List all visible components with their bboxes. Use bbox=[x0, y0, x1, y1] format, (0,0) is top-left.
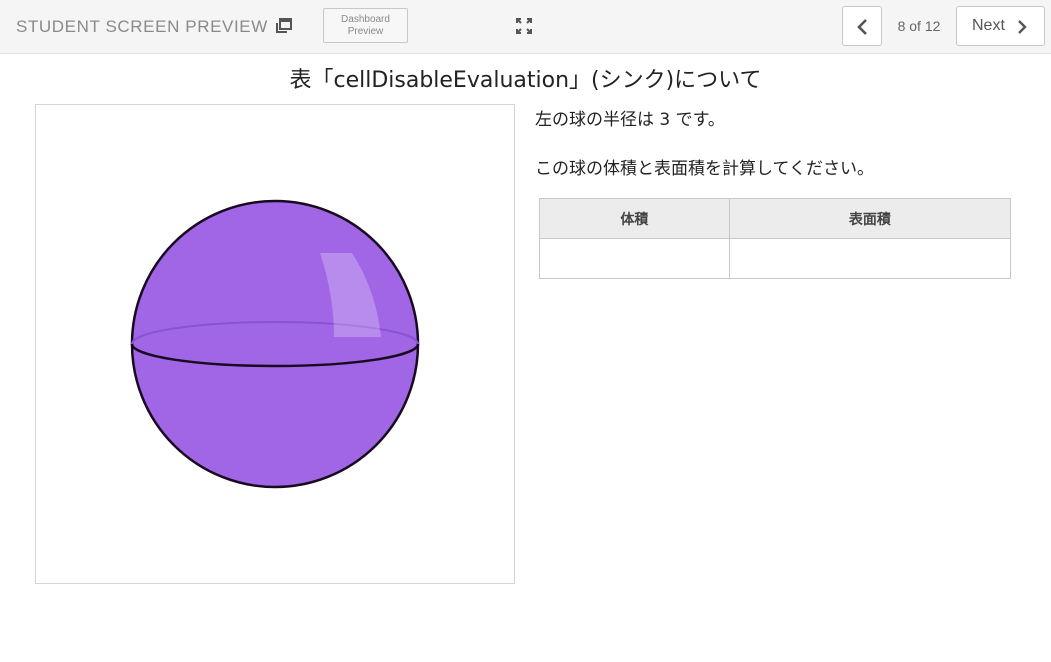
next-button-label: Next bbox=[972, 17, 1005, 34]
chevron-right-icon bbox=[1018, 20, 1027, 34]
answer-table: 体積 表面積 bbox=[539, 198, 1012, 279]
previous-button[interactable] bbox=[842, 6, 882, 46]
dashboard-preview-label-line2: Preview bbox=[347, 26, 384, 37]
sphere-body bbox=[130, 199, 420, 489]
question-title: 表「cellDisableEvaluation」(シンク)について bbox=[289, 68, 762, 93]
header-surface-area: 表面積 bbox=[728, 198, 1012, 239]
question-prompt-instruction: この球の体積と表面積を計算してください。 bbox=[535, 159, 874, 179]
sphere-figure bbox=[130, 199, 420, 489]
question-prompt-radius: 左の球の半径は 3 です。 bbox=[535, 110, 725, 130]
expand-arrows-icon[interactable] bbox=[515, 17, 533, 35]
header-volume: 体積 bbox=[539, 198, 730, 239]
student-screen-preview-label: STUDENT SCREEN PREVIEW bbox=[16, 17, 268, 36]
chevron-left-icon bbox=[857, 19, 867, 35]
surface-area-answer-cell[interactable] bbox=[728, 238, 1012, 279]
next-button[interactable]: Next bbox=[956, 6, 1045, 46]
answer-table-header-row: 体積 表面積 bbox=[539, 198, 1012, 239]
top-toolbar: STUDENT SCREEN PREVIEW Dashboard Preview… bbox=[0, 0, 1051, 54]
answer-table-row bbox=[539, 238, 1012, 279]
volume-answer-cell[interactable] bbox=[539, 238, 730, 279]
page-counter: 8 of 12 bbox=[897, 18, 941, 34]
dashboard-preview-button[interactable]: Dashboard Preview bbox=[323, 8, 408, 43]
popout-window-icon[interactable] bbox=[275, 17, 293, 35]
dashboard-preview-label-line1: Dashboard bbox=[341, 14, 390, 25]
sphere-figure-panel bbox=[35, 104, 515, 584]
